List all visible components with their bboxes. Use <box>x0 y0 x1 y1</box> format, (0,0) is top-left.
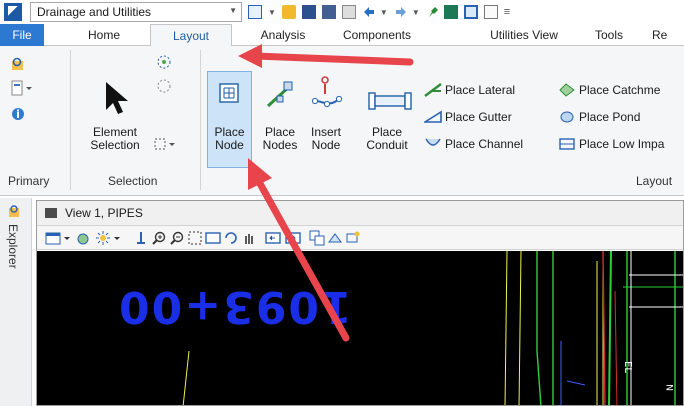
workspace-value: Drainage and Utilities <box>37 5 152 19</box>
view-toolbar <box>37 226 683 250</box>
pin-icon[interactable] <box>426 5 438 19</box>
insert-node-icon[interactable] <box>310 76 344 115</box>
lasso-icon[interactable] <box>156 78 172 97</box>
explorer-dock[interactable]: Explorer <box>0 198 32 406</box>
place-conduit-button[interactable]: Place Conduit <box>362 126 412 152</box>
tab-components[interactable]: Components <box>336 24 418 46</box>
redo-icon[interactable] <box>394 5 406 19</box>
group-label-selection: Selection <box>108 174 158 188</box>
tab-tools[interactable]: Tools <box>588 24 630 46</box>
view-window: View 1, PIPES EL N 1093+00 <box>36 200 684 406</box>
channel-icon <box>424 137 441 151</box>
place-low-impact-button[interactable]: Place Low Impa <box>558 135 664 153</box>
lateral-icon <box>424 83 442 97</box>
place-nodes-icon[interactable] <box>264 80 294 113</box>
paste-icon[interactable] <box>341 5 356 19</box>
save-settings-icon[interactable] <box>321 5 336 19</box>
workspace-select[interactable]: Drainage and Utilities ▼ <box>30 2 242 22</box>
save-icon[interactable] <box>301 5 316 19</box>
undo-icon[interactable] <box>362 5 374 19</box>
place-gutter-button[interactable]: Place Gutter <box>422 108 512 126</box>
zoom-in-icon[interactable] <box>151 230 167 246</box>
print-icon[interactable] <box>443 5 458 19</box>
v8-icon[interactable] <box>248 5 262 19</box>
place-node-button[interactable]: Place Node <box>207 126 252 152</box>
chevron-down-icon[interactable]: ▼ <box>412 8 420 17</box>
place-catchment-button[interactable]: Place Catchme <box>558 81 660 99</box>
place-pond-button[interactable]: Place Pond <box>558 108 640 126</box>
view-title: View 1, PIPES <box>65 206 143 220</box>
svg-text:N: N <box>666 384 676 391</box>
clip-volume-icon[interactable] <box>345 230 361 246</box>
ribbon-tabs: File Home Layout Analysis Components Uti… <box>0 24 684 47</box>
quick-access-toolbar: Drainage and Utilities ▼ ▼ ▼ ▼ ≡ <box>0 0 684 24</box>
update-view-icon[interactable] <box>133 230 149 246</box>
fence-icon[interactable] <box>154 138 176 153</box>
fit-view-icon[interactable] <box>205 230 221 246</box>
tab-analysis[interactable]: Analysis <box>252 24 314 46</box>
tab-reports[interactable]: Re <box>652 24 682 46</box>
chevron-down-icon[interactable] <box>63 230 71 246</box>
explorer-search-icon[interactable] <box>10 56 26 75</box>
view-title-bar[interactable]: View 1, PIPES <box>37 201 683 226</box>
select-all-icon[interactable] <box>156 54 172 73</box>
customize-qat-icon[interactable]: ≡ <box>504 6 510 18</box>
window-area-icon[interactable] <box>187 230 203 246</box>
app-logo-icon[interactable] <box>4 3 22 21</box>
light-icon[interactable] <box>95 230 111 246</box>
explorer-icon[interactable] <box>8 204 22 221</box>
camera-icon[interactable] <box>327 230 343 246</box>
tab-layout[interactable]: Layout <box>150 24 232 47</box>
low-impact-icon <box>558 137 575 151</box>
pond-icon <box>558 110 574 124</box>
element-selection-button[interactable]: Element Selection <box>84 126 146 152</box>
view-window-icon <box>45 208 57 218</box>
place-channel-button[interactable]: Place Channel <box>424 135 523 153</box>
explorer-tab[interactable]: Explorer <box>6 224 20 269</box>
view-previous-icon[interactable] <box>265 230 281 246</box>
insert-node-button[interactable]: Insert Node <box>306 126 346 152</box>
place-conduit-icon[interactable] <box>368 90 414 115</box>
zoom-out-icon[interactable] <box>169 230 185 246</box>
rotate-view-icon[interactable] <box>223 230 239 246</box>
gutter-icon <box>422 110 442 124</box>
tab-utilities-view[interactable]: Utilities View <box>476 24 572 46</box>
pan-view-icon[interactable] <box>241 230 257 246</box>
pointer-arrow-icon[interactable] <box>102 80 132 119</box>
monitor-icon[interactable] <box>463 5 478 19</box>
chevron-down-icon: ▼ <box>229 6 237 15</box>
chevron-down-icon[interactable]: ▼ <box>380 8 388 17</box>
station-label: 1093+00 <box>117 281 352 332</box>
copy-view-icon[interactable] <box>309 230 325 246</box>
ribbon-panel: Primary Element Selection Selection Plac… <box>0 46 684 196</box>
view-next-icon[interactable] <box>285 230 301 246</box>
tab-file[interactable]: File <box>0 24 44 46</box>
tab-home[interactable]: Home <box>82 24 126 46</box>
chevron-down-icon[interactable] <box>113 230 121 246</box>
group-label-layout: Layout <box>636 174 673 188</box>
catchment-icon <box>558 83 575 97</box>
page-icon[interactable] <box>483 5 498 19</box>
group-label-primary: Primary <box>8 174 50 188</box>
drawing-canvas[interactable]: EL N 1093+00 <box>37 251 683 405</box>
info-icon[interactable] <box>10 106 26 125</box>
properties-icon[interactable] <box>10 80 34 99</box>
place-lateral-button[interactable]: Place Lateral <box>424 81 515 99</box>
open-folder-icon[interactable] <box>281 5 296 19</box>
chevron-down-icon[interactable]: ▼ <box>268 8 276 17</box>
view-attributes-icon[interactable] <box>45 230 61 246</box>
place-nodes-button[interactable]: Place Nodes <box>260 126 300 152</box>
svg-text:EL: EL <box>622 361 633 373</box>
display-style-icon[interactable] <box>75 230 91 246</box>
place-node-icon[interactable] <box>219 83 239 106</box>
